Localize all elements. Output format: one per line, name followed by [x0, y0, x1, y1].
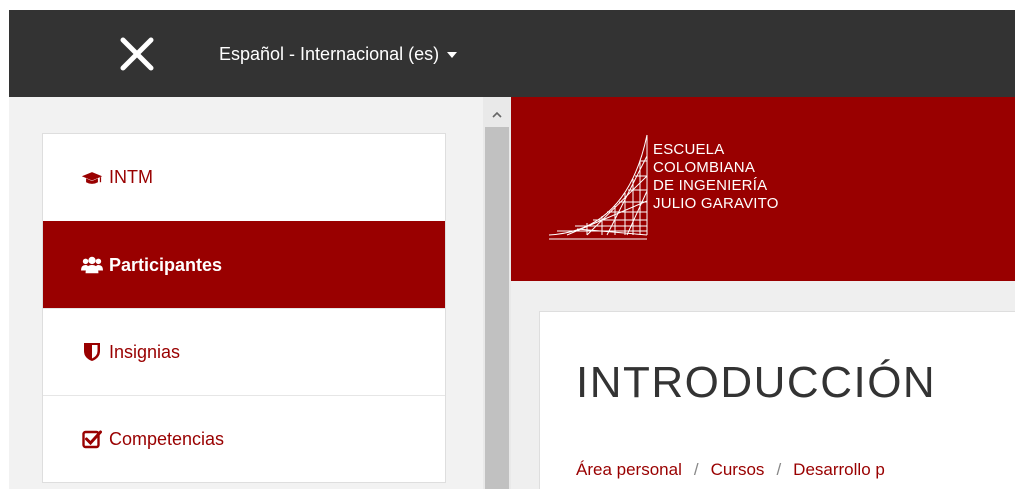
breadcrumb-separator: / [693, 460, 699, 479]
close-icon [120, 37, 154, 71]
top-navbar: Español - Internacional (es) [9, 10, 1015, 97]
school-logo-text: ESCUELA COLOMBIANA DE INGENIERÍA JULIO G… [653, 141, 779, 213]
graduation-cap-icon [81, 167, 103, 189]
logo-line-2: COLOMBIANA [653, 159, 756, 176]
close-drawer-button[interactable] [117, 34, 157, 74]
breadcrumb-item-area-personal[interactable]: Área personal [576, 460, 682, 480]
language-label: Español - Internacional (es) [219, 43, 440, 64]
logo-line-4: JULIO GARAVITO [653, 195, 779, 212]
drawer-scrollbar[interactable] [483, 97, 511, 489]
chevron-up-icon [492, 111, 502, 118]
breadcrumb-item-course[interactable]: Desarrollo p [793, 460, 885, 480]
caret-down-icon [447, 52, 458, 58]
check-square-icon [81, 428, 103, 450]
nav-drawer: INTM Participantes Insignias Competencia… [9, 97, 483, 489]
nav-item-label: Insignias [109, 341, 181, 362]
scroll-up-button[interactable] [483, 107, 511, 123]
breadcrumb: Área personal / Cursos / Desarrollo p [576, 460, 885, 480]
logo-line-3: DE INGENIERÍA [653, 177, 768, 194]
nav-item-competencias[interactable]: Competencias [43, 395, 445, 482]
header-banner: ESCUELA COLOMBIANA DE INGENIERÍA JULIO G… [511, 97, 1015, 281]
shield-icon [81, 341, 103, 363]
nav-item-insignias[interactable]: Insignias [43, 308, 445, 395]
logo-line-1: ESCUELA [653, 141, 725, 158]
users-icon [81, 254, 103, 276]
school-logo-mark [548, 134, 648, 240]
nav-list: INTM Participantes Insignias Competencia… [42, 133, 446, 483]
nav-item-intm[interactable]: INTM [43, 134, 445, 221]
breadcrumb-item-cursos[interactable]: Cursos [711, 460, 765, 480]
nav-item-label: Competencias [109, 428, 225, 449]
breadcrumb-separator: / [776, 460, 782, 479]
main-content: ESCUELA COLOMBIANA DE INGENIERÍA JULIO G… [511, 97, 1015, 489]
page-header-card: INTRODUCCIÓN Área personal / Cursos / De… [539, 311, 1015, 489]
scrollbar-thumb[interactable] [485, 127, 509, 489]
nav-item-label: INTM [109, 167, 153, 187]
language-menu[interactable]: Español - Internacional (es) [219, 40, 458, 68]
nav-item-label: Participantes [109, 254, 223, 275]
page-title: INTRODUCCIÓN [576, 358, 937, 407]
nav-item-participantes[interactable]: Participantes [43, 221, 445, 308]
school-logo[interactable]: ESCUELA COLOMBIANA DE INGENIERÍA JULIO G… [547, 131, 847, 243]
